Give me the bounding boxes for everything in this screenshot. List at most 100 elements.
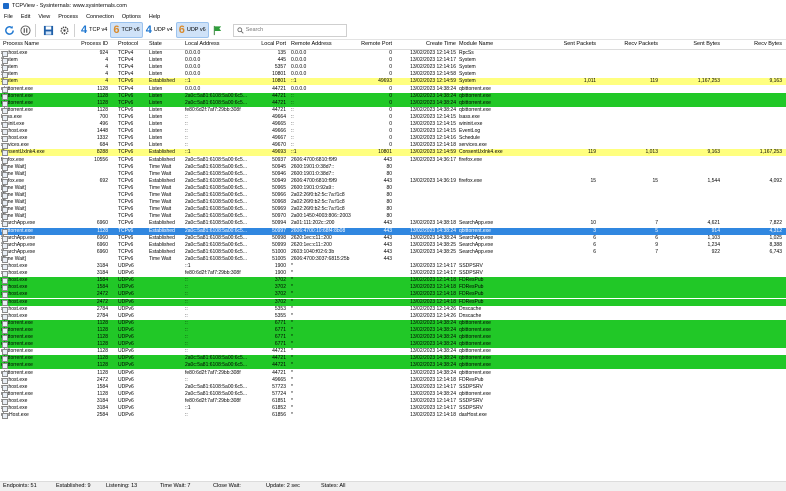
- table-row[interactable]: [Time Wait] TCPv6 Time Wait 2a0c:5a81:6108:…: [0, 164, 786, 171]
- table-row[interactable]: SearchApp.exe 6960 TCPv6 Established 2a0c:5a…: [0, 235, 786, 242]
- table-row[interactable]: SearchApp.exe 6960 TCPv6 Established 2a0c:5a…: [0, 242, 786, 249]
- table-row[interactable]: qbittorrent.exe 1128 TCPv4 Listen 0.0.0.0 447…: [0, 86, 786, 93]
- table-row[interactable]: dasHost.exe 2584 UDPv6:: 61856 * 13/02/2023 1…: [0, 412, 786, 420]
- table-row[interactable]: firefox.exe 10556 TCPv6 Established 2a0c:5a8…: [0, 157, 786, 164]
- cell-local-address: fe80:6d2f:7af7:29bb:308f: [185, 397, 241, 404]
- table-row[interactable]: svchost.exe 2472 UDPv6:: 3702 * 13/02/2023 12…: [0, 291, 786, 299]
- table-row[interactable]: qbittorrent.exe 1128 TCPv6 Listen 2a0c:5a81:…: [0, 99, 786, 107]
- col-create-time[interactable]: Create Time: [406, 39, 456, 49]
- table-row[interactable]: System 4 TCPv4 Listen 0.0.0.0 445 0.0.0.0 0 13/0…: [0, 57, 786, 65]
- cell-remote-address: *: [291, 319, 293, 326]
- table-row[interactable]: svchost.exe 3184 UDPv6::1 61852 * 13/02/2023 …: [0, 405, 786, 412]
- col-local-port[interactable]: Local Port: [250, 39, 286, 49]
- tcpv4-toggle[interactable]: 4 TCP v4: [79, 23, 109, 37]
- table-row[interactable]: qbittorrent.exe 1128 UDPv6 2a0c:5a81:6108:5…: [0, 391, 786, 398]
- col-recv-packets[interactable]: Recv Packets: [608, 39, 658, 49]
- table-row[interactable]: System 4 TCPv6 Established::1 10801::1 49693 1…: [0, 78, 786, 86]
- table-row[interactable]: qbittorrent.exe 1128 UDPv6 2a0c:5a81:6108:5…: [0, 362, 786, 370]
- col-remote-address[interactable]: Remote Address: [291, 39, 332, 49]
- tcpv6-toggle[interactable]: 6 TCP v6: [110, 22, 143, 38]
- table-row[interactable]: svchost.exe 3184 UDPv6::1 1900 * 13/02/2023 1…: [0, 263, 786, 270]
- col-protocol[interactable]: Protocol: [118, 39, 138, 49]
- table-row[interactable]: svchost.exe 1332 TCPv6 Listen:: 49667:: 0 13/0…: [0, 135, 786, 143]
- table-row[interactable]: svchost.exe 1584 UDPv6:: 3702 * 13/02/2023 12…: [0, 284, 786, 292]
- table-row[interactable]: svchost.exe 3184 UDPv6 fe80:6d2f:7af7:29bb:…: [0, 398, 786, 405]
- table-row[interactable]: qbittorrent.exe 1128 UDPv6:: 6771 * 13/02/202…: [0, 319, 786, 327]
- table-row[interactable]: [Time Wait] TCPv6 Time Wait 2a0c:5a81:6108:…: [0, 206, 786, 214]
- table-row[interactable]: svchost.exe 2784 UDPv6:: 5355 * 13/02/2023 12…: [0, 313, 786, 320]
- table-row[interactable]: svchost.exe 924 TCPv4 Listen 0.0.0.0 135 0.0.0…: [0, 50, 786, 57]
- udpv6-toggle[interactable]: 6 UDP v6: [175, 22, 209, 38]
- udpv4-toggle[interactable]: 4 UDP v4: [144, 23, 175, 37]
- col-remote-port[interactable]: Remote Port: [360, 39, 392, 49]
- table-row[interactable]: svchost.exe 1584 UDPv6 2a0c:5a81:6108:5a00:…: [0, 384, 786, 391]
- table-row[interactable]: svchost.exe 1584 UDPv6:: 3702 * 13/02/2023 12…: [0, 277, 786, 285]
- process-icon: [2, 136, 8, 143]
- table-row[interactable]: qbittorrent.exe 1128 UDPv6 2a0c:5a81:6108:5…: [0, 355, 786, 363]
- col-sent-packets[interactable]: Sent Packets: [546, 39, 596, 49]
- table-row[interactable]: svchost.exe 2784 UDPv6:: 5353 * 13/02/2023 12…: [0, 306, 786, 313]
- col-state[interactable]: State: [149, 39, 162, 49]
- table-row[interactable]: [Time Wait] TCPv6 Time Wait 2a0c:5a81:6108:…: [0, 192, 786, 199]
- table-row[interactable]: svchost.exe 1448 TCPv6 Listen:: 49666:: 0 13/0…: [0, 128, 786, 136]
- cell-create-time: 13/02/2023 14:38:24: [410, 106, 456, 113]
- menu-options[interactable]: Options: [118, 14, 145, 20]
- col-sent-bytes[interactable]: Sent Bytes: [670, 39, 720, 49]
- flag-button[interactable]: [211, 23, 225, 37]
- table-row[interactable]: qbittorrent.exe 1128 TCPv6 Listen 2a0c:5a81:…: [0, 92, 786, 100]
- cell-create-time: 13/02/2023 12:14:17: [410, 263, 456, 269]
- table-row[interactable]: SearchApp.exe 6960 TCPv6 Established 2a0c:5a…: [0, 220, 786, 228]
- menu-edit[interactable]: Edit: [17, 14, 34, 20]
- menu-connection[interactable]: Connection: [82, 14, 118, 20]
- table-row[interactable]: svchost.exe 2472 UDPv6:: 3702 * 13/02/2023 12…: [0, 298, 786, 306]
- col-process-id[interactable]: Process ID: [70, 39, 108, 49]
- cell-local-address: ::1: [185, 263, 191, 269]
- table-row[interactable]: qbittorrent.exe 1128 TCPv6 Listen fe80:6d2f:…: [0, 107, 786, 114]
- menu-process[interactable]: Process: [54, 14, 82, 20]
- process-icon: [2, 342, 8, 349]
- table-row[interactable]: firefox.exe 692 TCPv6 Established 2a0c:5a81:…: [0, 178, 786, 185]
- refresh-button[interactable]: [2, 23, 16, 37]
- pause-button[interactable]: [18, 23, 32, 37]
- process-icon: [2, 207, 8, 214]
- cell-create-time: 13/02/2023 14:38:25: [410, 248, 456, 255]
- menu-help[interactable]: Help: [145, 14, 164, 20]
- cell-module-name: SSDPSRV: [459, 263, 483, 269]
- search-input[interactable]: Search: [232, 23, 347, 37]
- table-row[interactable]: SearchApp.exe 6960 TCPv6 Established 2a0c:5a…: [0, 249, 786, 256]
- table-row[interactable]: qbittorrent.exe 1128 UDPv6:: 6771 * 13/02/202…: [0, 334, 786, 342]
- menu-file[interactable]: File: [0, 14, 17, 20]
- save-button[interactable]: [41, 23, 55, 37]
- menu-view[interactable]: View: [34, 14, 54, 20]
- table-row[interactable]: [Time Wait] TCPv6 Time Wait 2a0c:5a81:6108:…: [0, 256, 786, 263]
- cell-state: Listen: [149, 99, 163, 106]
- table-row[interactable]: svchost.exe 2472 UDPv6:: 49665 * 13/02/2023 1…: [0, 377, 786, 384]
- cell-module-name: qbittorrent.exe: [459, 334, 491, 340]
- cell-process-name: svchost.exe: [1, 377, 69, 384]
- cell-local-address: ::: [185, 319, 188, 326]
- table-row[interactable]: wininit.exe 496 TCPv6 Listen:: 49665:: 0 13/02…: [0, 121, 786, 128]
- table-row[interactable]: qbittorrent.exe 1128 TCPv6 Established 2a0c:…: [0, 227, 786, 235]
- cell-remote-address: *: [291, 326, 293, 333]
- table-row[interactable]: [Time Wait] TCPv6 Time Wait 2a0c:5a81:6108:…: [0, 185, 786, 192]
- settings-button[interactable]: [57, 23, 71, 37]
- table-row[interactable]: [Time Wait] TCPv6 Time Wait 2a0c:5a81:6108:…: [0, 199, 786, 207]
- col-process-name[interactable]: Process Name: [3, 39, 39, 49]
- table-row[interactable]: System 4 TCPv4 Listen 0.0.0.0 10801 0.0.0.0 0 13…: [0, 71, 786, 79]
- table-row[interactable]: [Time Wait] TCPv6 Time Wait 2a0c:5a81:6108:…: [0, 213, 786, 221]
- cell-local-port: 5355: [274, 312, 286, 319]
- col-local-address[interactable]: Local Address: [185, 39, 220, 49]
- table-row[interactable]: qbittorrent.exe 1128 UDPv6:: 6771 * 13/02/202…: [0, 341, 786, 349]
- col-recv-bytes[interactable]: Recv Bytes: [730, 39, 782, 49]
- table-row[interactable]: qbittorrent.exe 1128 UDPv6:: 44721 * 13/02/20…: [0, 348, 786, 356]
- cell-sent-bytes: 1,167,253: [697, 78, 720, 85]
- table-row[interactable]: [Time Wait] TCPv6 Time Wait 2a0c:5a81:6108:…: [0, 171, 786, 178]
- table-row[interactable]: System 4 TCPv4 Listen 0.0.0.0 5357 0.0.0.0 0 13/…: [0, 64, 786, 72]
- table-row[interactable]: ConsentUxInk4.exe 8288 TCPv6 Established::1…: [0, 149, 786, 157]
- table-row[interactable]: services.exe 684 TCPv6 Listen:: 49670:: 0 13/0…: [0, 142, 786, 150]
- table-row[interactable]: lsass.exe 700 TCPv6 Listen:: 49664:: 0 13/02/2…: [0, 114, 786, 121]
- table-row[interactable]: qbittorrent.exe 1128 UDPv6 fe80:6d2f:7af7:2…: [0, 370, 786, 377]
- table-row[interactable]: svchost.exe 3184 UDPv6 fe80:6d2f:7af7:29bb:…: [0, 270, 786, 278]
- col-module-name[interactable]: Module Name: [459, 39, 493, 49]
- table-row[interactable]: qbittorrent.exe 1128 UDPv6:: 6771 * 13/02/202…: [0, 326, 786, 334]
